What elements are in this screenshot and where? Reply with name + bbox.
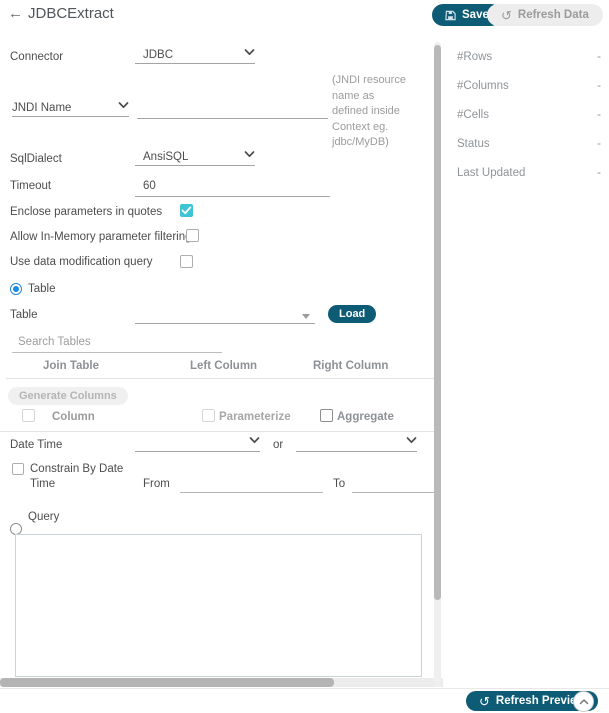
cells-value: - [597, 109, 601, 121]
rows-label: #Rows [457, 51, 492, 63]
last-updated-value: - [597, 167, 601, 179]
data-modification-label: Use data modification query [10, 256, 153, 268]
parameterize-checkbox[interactable] [202, 409, 215, 422]
to-label: To [333, 478, 345, 490]
left-column-header: Left Column [190, 360, 257, 372]
jdbc-extract-page: ← JDBCExtract Save ↺ Refresh Data Connec… [0, 0, 609, 713]
chevron-down-icon [249, 431, 260, 449]
last-updated-label: Last Updated [457, 167, 525, 179]
jndi-name-select-value: JNDI Name [12, 102, 71, 114]
aggregate-label: Aggregate [337, 411, 394, 423]
summary-panel: #Rows - #Columns - #Cells - Status - Las… [445, 42, 609, 682]
refresh-data-button[interactable]: ↺ Refresh Data [487, 4, 603, 26]
timeout-label: Timeout [10, 180, 51, 192]
to-input[interactable] [352, 476, 438, 493]
status-label: Status [457, 138, 490, 150]
columns-label: #Columns [457, 80, 509, 92]
vertical-scrollbar[interactable] [434, 42, 441, 687]
columns-value: - [597, 80, 601, 92]
right-column-header: Right Column [313, 360, 388, 372]
chevron-down-icon [244, 43, 255, 61]
in-memory-filtering-checkbox[interactable] [186, 229, 199, 242]
refresh-preview-label: Refresh Preview [496, 695, 586, 707]
jndi-name-input[interactable] [137, 100, 328, 119]
collapse-panel-button[interactable] [573, 691, 594, 712]
status-value: - [597, 138, 601, 150]
footer-divider [0, 688, 609, 689]
jndi-helper-text: (JNDI resource name as defined inside Co… [332, 73, 412, 151]
horizontal-scrollbar-thumb[interactable] [0, 678, 334, 687]
page-title: JDBCExtract [28, 5, 114, 22]
column-header-label: Column [52, 411, 95, 423]
in-memory-filtering-label: Allow In-Memory parameter filtering [10, 231, 192, 243]
horizontal-scrollbar[interactable] [0, 678, 443, 687]
parameterize-label: Parameterize [219, 411, 291, 423]
save-icon [445, 10, 456, 21]
generate-columns-button[interactable]: Generate Columns [8, 387, 128, 405]
enclose-parameters-checkbox[interactable] [180, 204, 193, 217]
refresh-icon: ↺ [501, 9, 512, 22]
join-table-header: Join Table [43, 360, 99, 372]
chevron-down-icon [118, 96, 129, 114]
select-all-columns-checkbox[interactable] [22, 409, 35, 422]
connector-value: JDBC [135, 49, 173, 61]
sql-dialect-select[interactable]: AnsiSQL [135, 149, 255, 166]
chevron-down-icon [302, 314, 310, 319]
timeout-input[interactable] [135, 178, 330, 197]
query-radio-label: Query [28, 511, 59, 523]
table-radio-label: Table [28, 283, 56, 295]
search-tables-input[interactable] [12, 334, 222, 353]
chevron-down-icon [406, 431, 417, 449]
date-time-select-2[interactable] [296, 435, 417, 452]
column-row-divider [0, 431, 434, 432]
date-time-select-1[interactable] [135, 435, 260, 452]
chevron-up-icon [579, 698, 589, 705]
table-select[interactable] [135, 306, 315, 324]
table-field-label: Table [10, 309, 38, 321]
refresh-data-label: Refresh Data [518, 9, 589, 21]
table-radio[interactable] [10, 283, 22, 295]
aggregate-checkbox[interactable] [320, 409, 333, 422]
query-textarea[interactable] [15, 534, 422, 677]
cells-label: #Cells [457, 109, 489, 121]
constrain-by-date-label: Constrain By Date Time [30, 462, 128, 492]
sql-dialect-label: SqlDialect [10, 153, 62, 165]
rows-value: - [597, 51, 601, 63]
constrain-by-date-checkbox[interactable] [12, 463, 24, 475]
from-label: From [143, 478, 170, 490]
chevron-down-icon [244, 145, 255, 163]
jndi-name-select[interactable]: JNDI Name [12, 99, 129, 117]
enclose-parameters-label: Enclose parameters in quotes [10, 206, 162, 218]
join-table-divider [6, 378, 434, 379]
back-icon[interactable]: ← [8, 6, 23, 22]
data-modification-checkbox[interactable] [180, 255, 193, 268]
connector-label: Connector [10, 51, 63, 63]
or-label: or [273, 439, 283, 451]
from-input[interactable] [180, 476, 323, 493]
load-button[interactable]: Load [328, 305, 376, 323]
vertical-scrollbar-thumb[interactable] [434, 45, 441, 600]
refresh-icon: ↺ [479, 695, 490, 708]
save-button-label: Save [462, 9, 489, 21]
connector-select[interactable]: JDBC [135, 47, 255, 64]
sql-dialect-value: AnsiSQL [135, 151, 188, 163]
date-time-label: Date Time [10, 439, 62, 451]
